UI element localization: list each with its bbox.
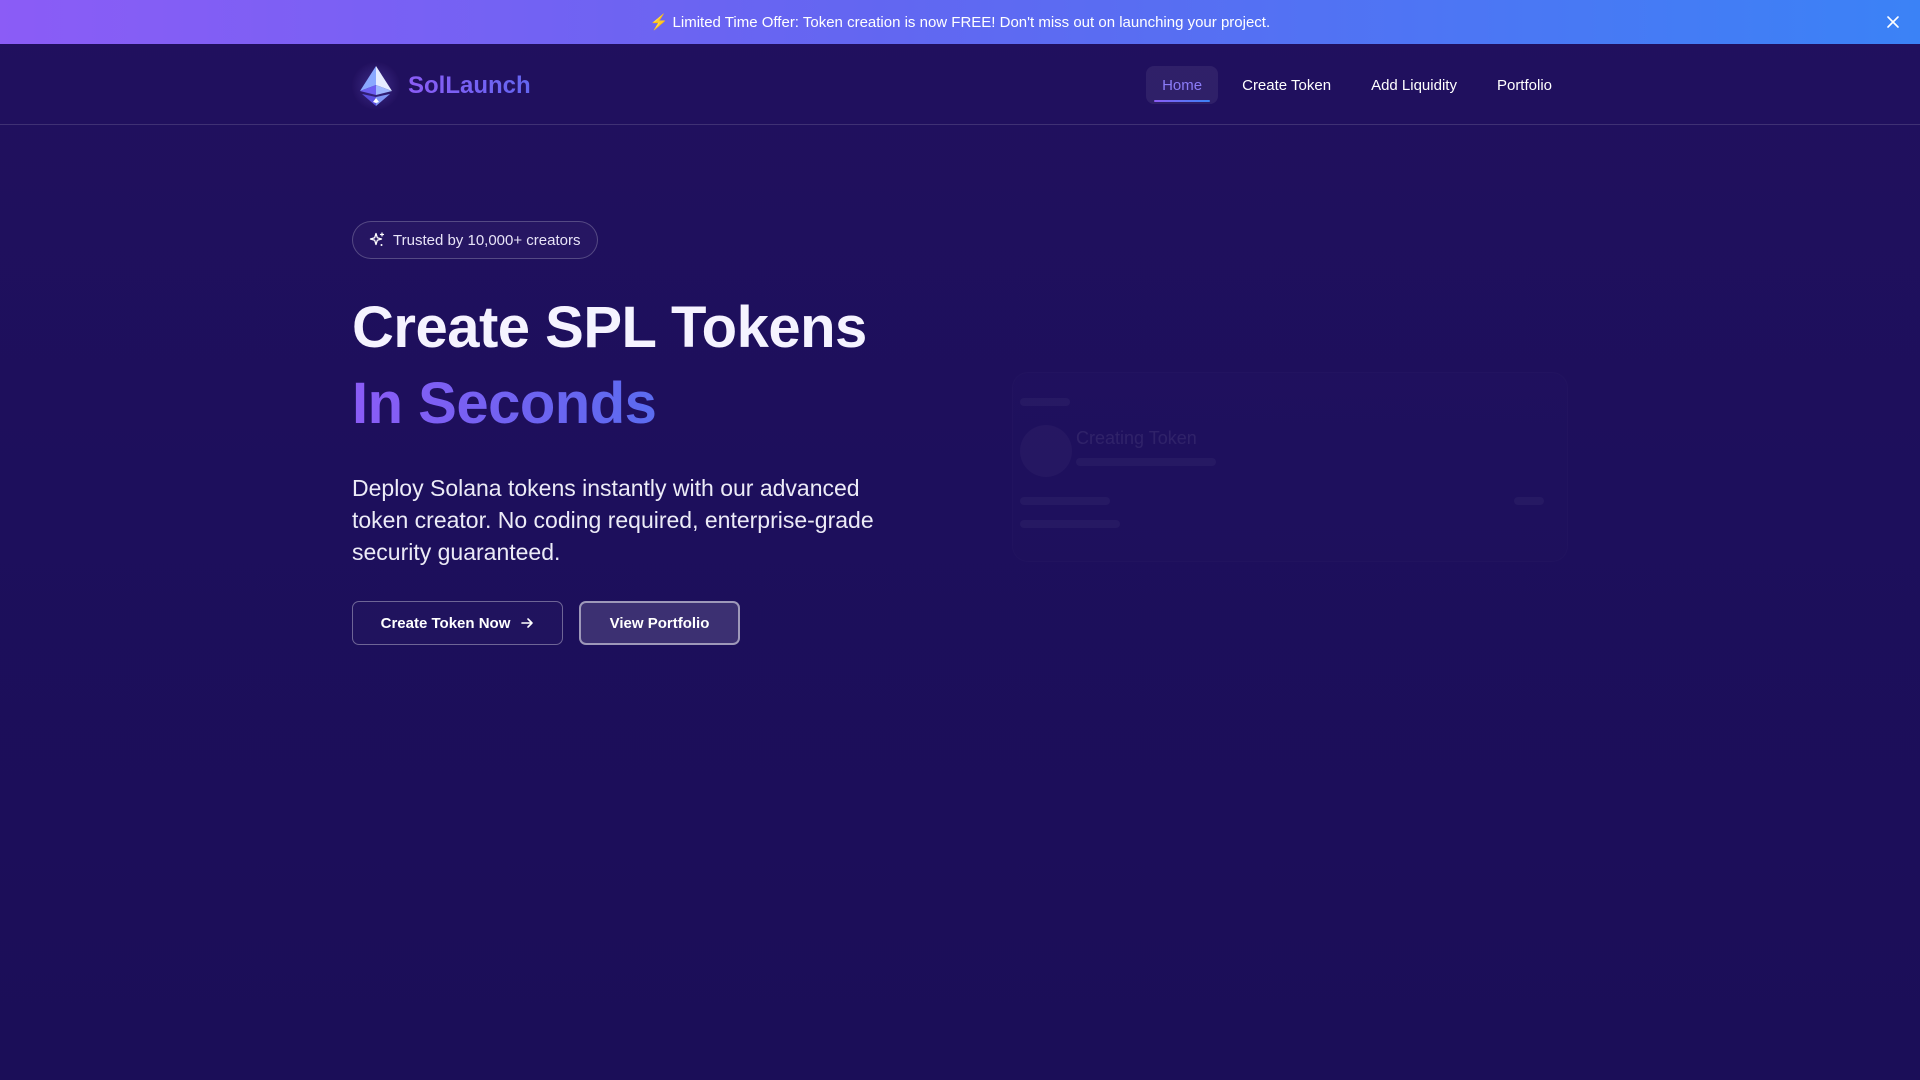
ghost-line bbox=[1514, 497, 1544, 505]
nav-add-liquidity[interactable]: Add Liquidity bbox=[1355, 66, 1473, 104]
banner-text: Limited Time Offer: Token creation is no… bbox=[672, 13, 1271, 31]
hero-title-accent: In Seconds bbox=[352, 366, 657, 442]
announcement-banner: ⚡ Limited Time Offer: Token creation is … bbox=[0, 0, 1920, 44]
trust-badge: Trusted by 10,000+ creators bbox=[352, 221, 599, 259]
create-token-now-label: Create Token Now bbox=[380, 614, 511, 632]
arrow-right-icon bbox=[520, 616, 534, 630]
hero-title: Create SPL Tokens bbox=[352, 295, 867, 360]
lightning-icon: ⚡ bbox=[649, 14, 669, 31]
ghost-line bbox=[1076, 458, 1216, 466]
view-portfolio-button[interactable]: View Portfolio bbox=[579, 601, 740, 645]
nav-portfolio[interactable]: Portfolio bbox=[1481, 66, 1568, 104]
solana-diamond-logo-icon bbox=[352, 62, 400, 110]
create-token-now-button[interactable]: Create Token Now bbox=[352, 601, 563, 645]
ghost-card-title: Creating Token bbox=[1076, 428, 1197, 448]
ghost-line bbox=[1020, 398, 1070, 406]
hero-description: Deploy Solana tokens instantly with our … bbox=[352, 475, 874, 565]
ghost-line bbox=[1020, 520, 1120, 528]
site-header: SolLaunch Home Create Token Add Liquidit… bbox=[0, 44, 1920, 125]
token-preview-card bbox=[1012, 372, 1568, 562]
ghost-line bbox=[1020, 497, 1110, 505]
close-icon[interactable] bbox=[1882, 11, 1904, 33]
main-nav: Home Create Token Add Liquidity Portfoli… bbox=[1138, 66, 1568, 104]
nav-create-token[interactable]: Create Token bbox=[1226, 66, 1347, 104]
ghost-avatar bbox=[1020, 425, 1072, 477]
brand-name: SolLaunch bbox=[408, 72, 531, 99]
nav-home[interactable]: Home bbox=[1146, 66, 1219, 104]
brand-logo[interactable]: SolLaunch bbox=[352, 62, 531, 110]
trust-badge-text: Trusted by 10,000+ creators bbox=[393, 231, 581, 249]
sparkle-icon bbox=[369, 232, 385, 248]
